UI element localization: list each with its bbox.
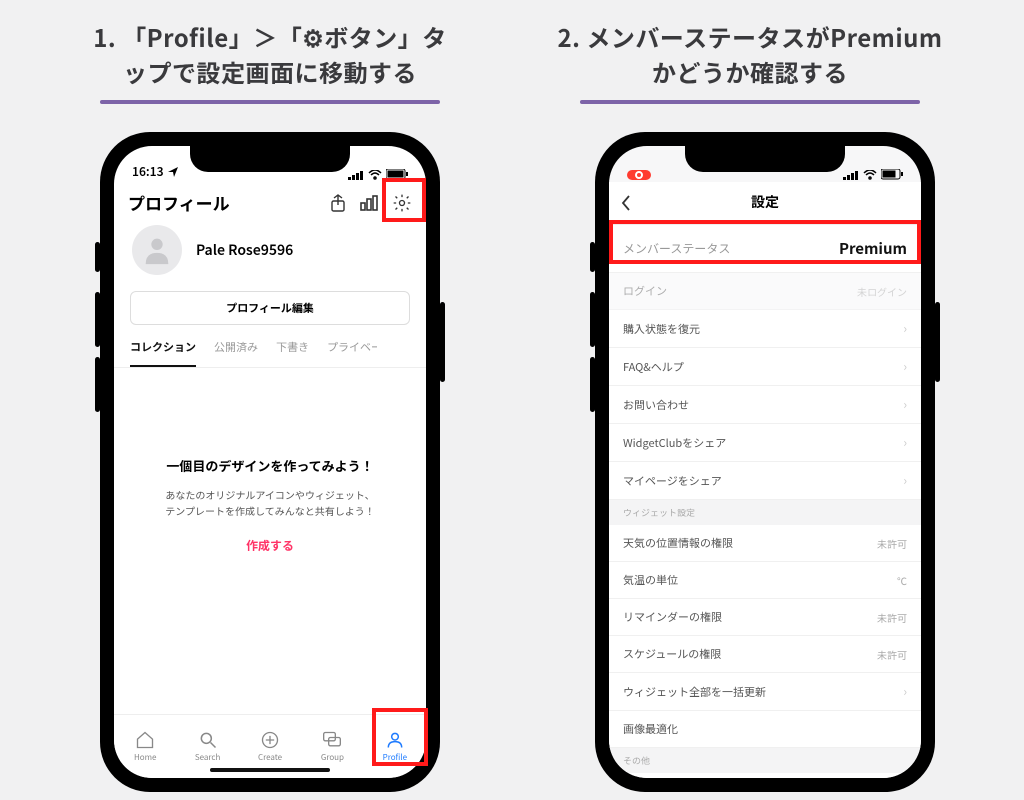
chevron-right-icon: › bbox=[903, 320, 907, 337]
create-button[interactable]: 作成する bbox=[138, 537, 402, 554]
highlight-gear bbox=[382, 178, 426, 222]
share-icon[interactable] bbox=[330, 194, 346, 212]
tab-public[interactable]: 公開済み bbox=[214, 339, 258, 367]
row-temperature-unit[interactable]: 気温の単位 ℃ bbox=[609, 562, 921, 599]
section-other: その他 bbox=[609, 748, 921, 773]
edit-profile-button[interactable]: プロフィール編集 bbox=[130, 291, 410, 325]
chart-icon[interactable] bbox=[360, 195, 378, 211]
plus-circle-icon bbox=[260, 730, 280, 750]
profile-tabs: コレクション 公開済み 下書き プライベート bbox=[114, 325, 426, 368]
search-icon bbox=[198, 730, 218, 750]
chat-icon bbox=[322, 730, 342, 750]
phone-side-button bbox=[935, 302, 940, 382]
phone-settings: 設定 メンバーステータス Premium ログイン 未ログイン 購入状態を復元 … bbox=[595, 132, 935, 792]
avatar[interactable] bbox=[132, 225, 182, 275]
step-2-underline bbox=[580, 100, 920, 104]
step-2-heading: 2. メンバーステータスがPremium かどうか確認する bbox=[520, 20, 980, 104]
wifi-icon bbox=[368, 170, 382, 180]
status-time: 16:13 bbox=[132, 163, 164, 180]
chevron-right-icon: › bbox=[903, 396, 907, 413]
row-faq[interactable]: FAQ&ヘルプ › bbox=[609, 348, 921, 386]
step-2-line1: 2. メンバーステータスがPremium bbox=[520, 20, 980, 55]
step-1-line2: ップで設定画面に移動する bbox=[40, 55, 500, 90]
tab-draft[interactable]: 下書き bbox=[276, 339, 309, 367]
phone-side-button bbox=[440, 302, 445, 382]
row-weather-permission[interactable]: 天気の位置情報の権限 未許可 bbox=[609, 525, 921, 562]
row-contact[interactable]: お問い合わせ › bbox=[609, 386, 921, 424]
row-restore-purchase[interactable]: 購入状態を復元 › bbox=[609, 310, 921, 348]
phone-notch bbox=[685, 146, 845, 172]
profile-title: プロフィール bbox=[128, 190, 230, 215]
chevron-right-icon: › bbox=[903, 358, 907, 375]
signal-icon bbox=[843, 170, 859, 180]
step-1-heading: 1. 「Profile」＞「⚙ボタン」タ ップで設定画面に移動する bbox=[40, 20, 500, 104]
battery-icon bbox=[881, 169, 903, 180]
tab-home[interactable]: Home bbox=[114, 715, 176, 778]
step-2-line2: かどうか確認する bbox=[520, 55, 980, 90]
row-share-widgetclub[interactable]: WidgetClubをシェア › bbox=[609, 424, 921, 462]
row-login[interactable]: ログイン 未ログイン bbox=[609, 273, 921, 310]
empty-title: 一個目のデザインを作ってみよう！ bbox=[138, 456, 402, 475]
phone-profile: 16:13 プロフィール bbox=[100, 132, 440, 792]
back-button[interactable] bbox=[621, 192, 631, 216]
phone-notch bbox=[190, 146, 350, 172]
row-refresh-all-widgets[interactable]: ウィジェット全部を一括更新 › bbox=[609, 673, 921, 711]
step-1-line1: 1. 「Profile」＞「⚙ボタン」タ bbox=[40, 20, 500, 55]
row-schedule-permission[interactable]: スケジュールの権限 未許可 bbox=[609, 636, 921, 673]
row-reminder-permission[interactable]: リマインダーの権限 未許可 bbox=[609, 599, 921, 636]
tab-private[interactable]: プライベート bbox=[327, 339, 377, 367]
settings-title: 設定 bbox=[751, 192, 779, 212]
row-user-terms[interactable]: ユーザー利用規約 › bbox=[609, 773, 921, 778]
tab-collection[interactable]: コレクション bbox=[130, 339, 196, 367]
step-1-underline bbox=[100, 100, 440, 104]
chevron-right-icon: › bbox=[903, 472, 907, 489]
username: Pale Rose9596 bbox=[196, 240, 293, 260]
chevron-right-icon: › bbox=[903, 434, 907, 451]
chevron-right-icon: › bbox=[903, 683, 907, 700]
row-image-optimization[interactable]: 画像最適化 bbox=[609, 711, 921, 748]
empty-subtitle: あなたのオリジナルアイコンやウィジェット、 テンプレートを作成してみんなと共有し… bbox=[138, 487, 402, 519]
home-indicator bbox=[210, 768, 330, 772]
highlight-profile-tab bbox=[372, 708, 428, 766]
signal-icon bbox=[348, 170, 364, 180]
row-share-mypage[interactable]: マイページをシェア › bbox=[609, 462, 921, 500]
screen-record-indicator bbox=[627, 170, 651, 180]
highlight-member-status bbox=[609, 220, 921, 264]
wifi-icon bbox=[863, 170, 877, 180]
section-widget-settings: ウィジェット設定 bbox=[609, 500, 921, 525]
home-icon bbox=[135, 730, 155, 750]
location-arrow-icon bbox=[168, 167, 178, 177]
